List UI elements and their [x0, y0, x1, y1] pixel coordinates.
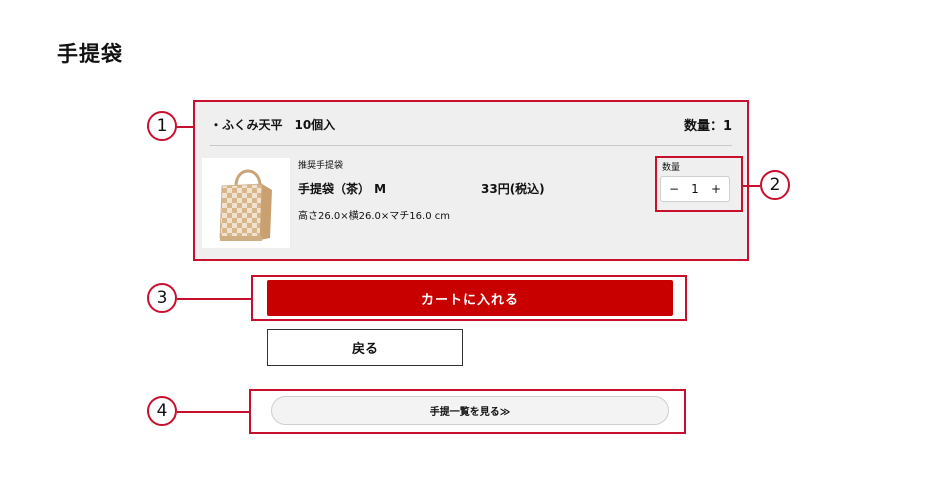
add-to-cart-button[interactable]: カートに入れる: [267, 280, 673, 316]
annotation-box-2: [655, 156, 743, 212]
annotation-marker-3: 3: [147, 283, 177, 313]
annotation-line-4: [177, 411, 249, 413]
back-button[interactable]: 戻る: [267, 329, 463, 366]
annotation-marker-1: 1: [147, 111, 177, 141]
annotation-marker-2: 2: [760, 170, 790, 200]
annotation-line-1: [177, 126, 194, 128]
annotation-marker-4: 4: [147, 396, 177, 426]
view-bag-list-button[interactable]: 手提一覧を見る≫: [271, 396, 669, 425]
page-title: 手提袋: [57, 42, 123, 66]
annotation-line-3: [177, 298, 251, 300]
annotation-line-2: [743, 185, 760, 187]
